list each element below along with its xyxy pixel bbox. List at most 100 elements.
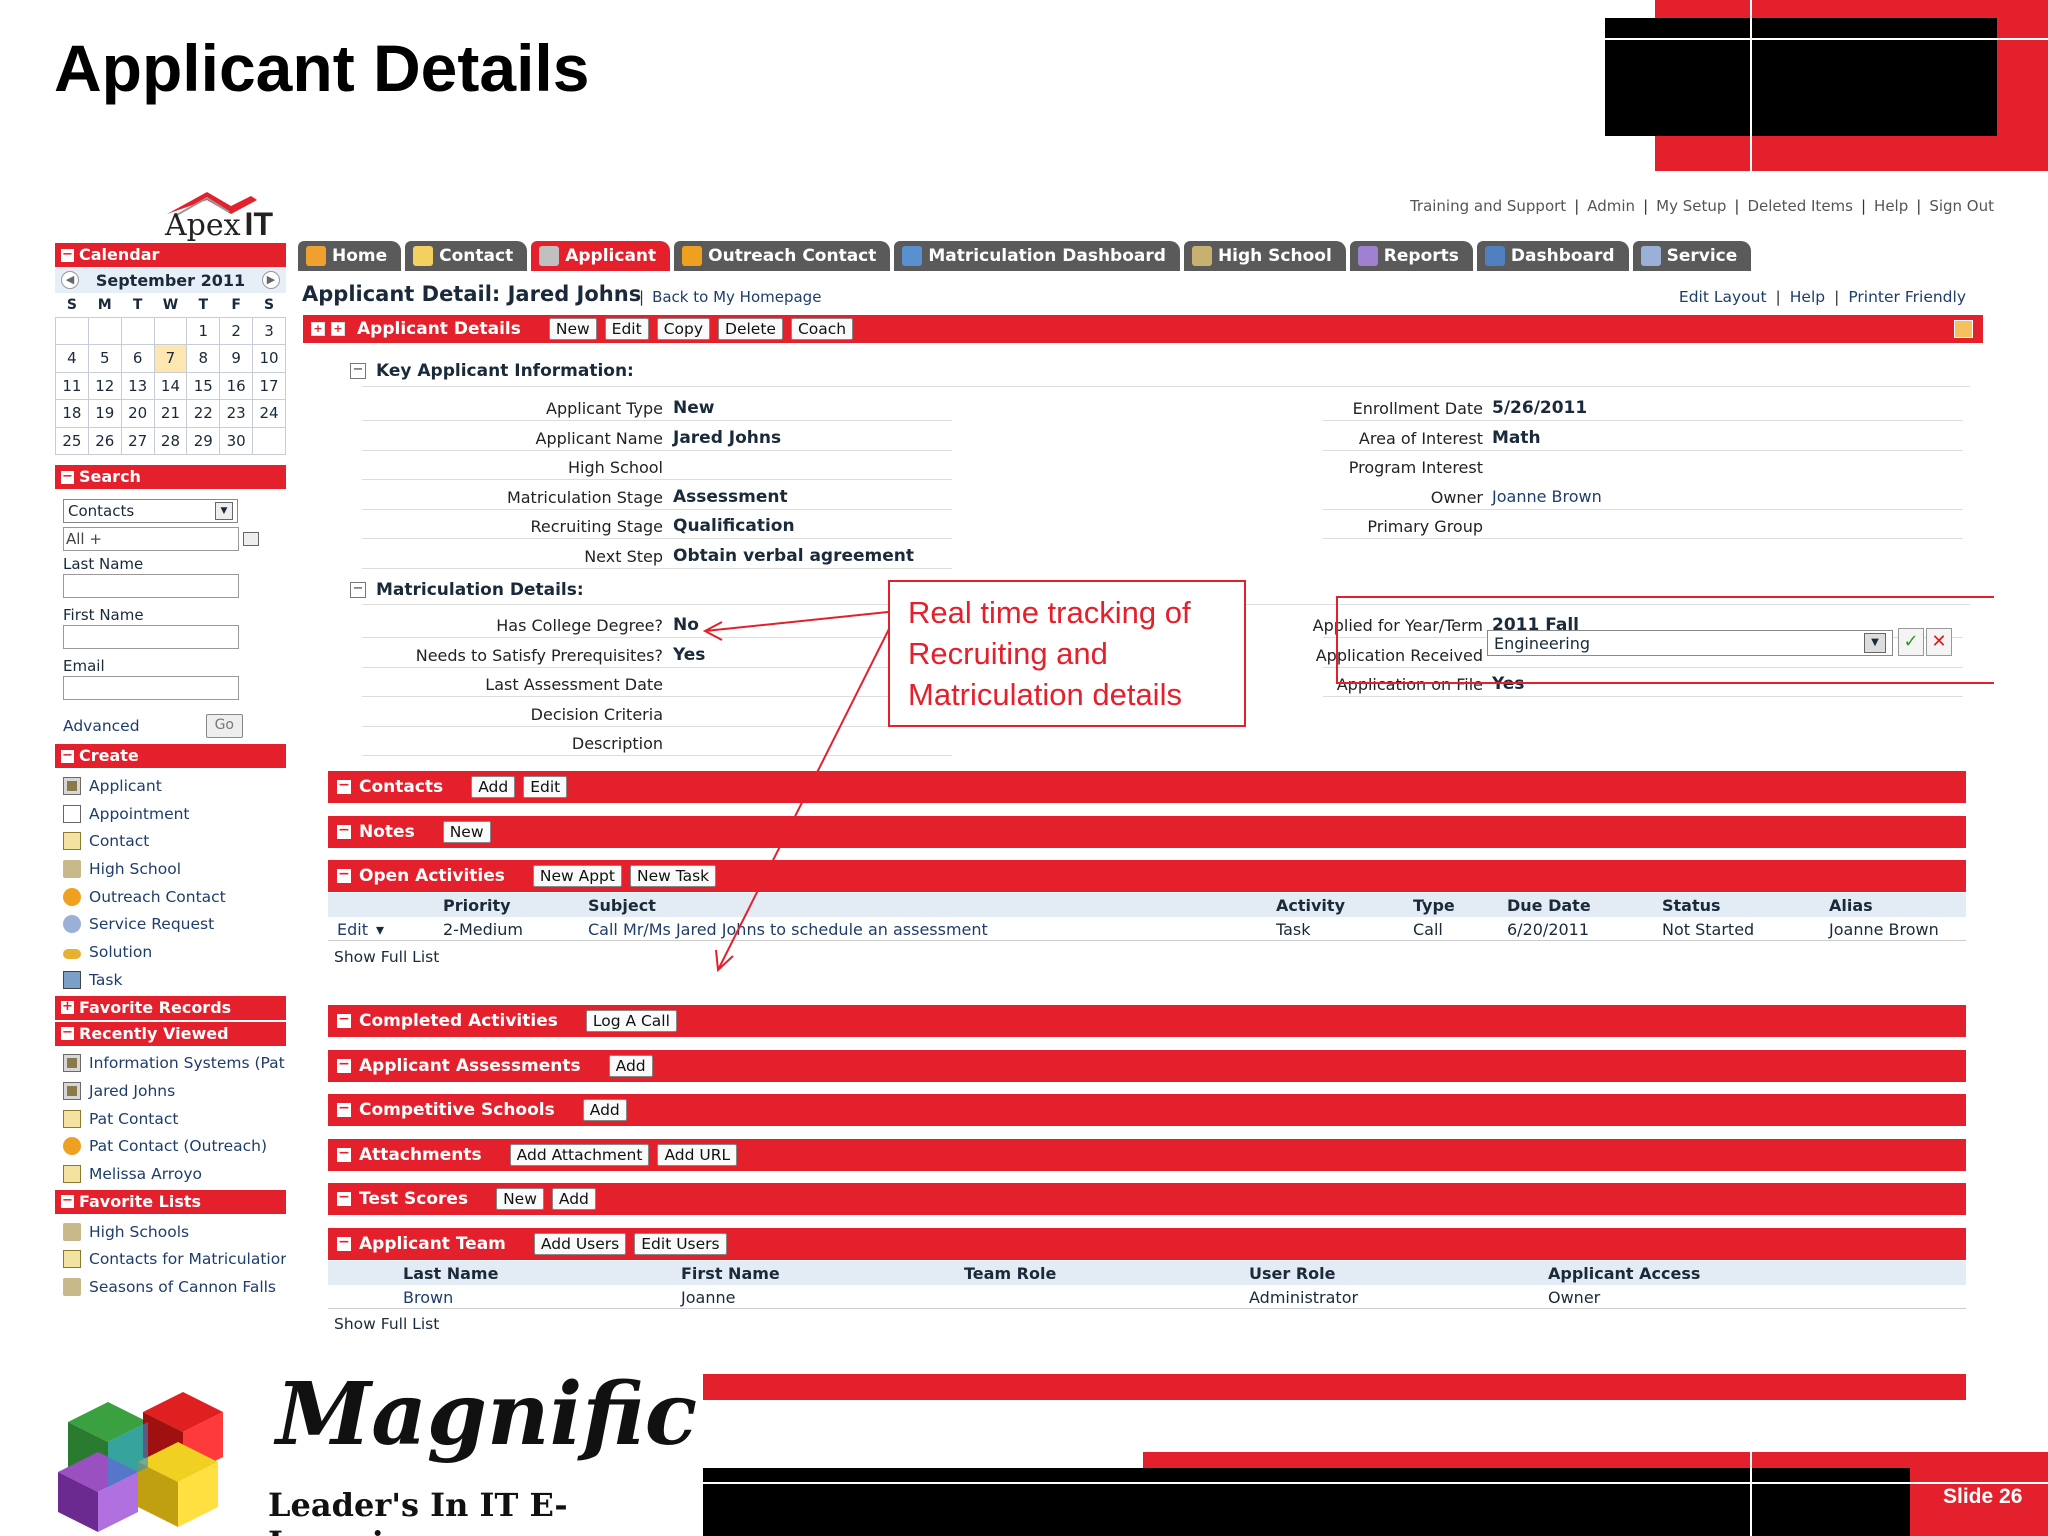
calendar-day[interactable]: 11 xyxy=(55,371,89,400)
show-full-list-link[interactable]: Show Full List xyxy=(334,1315,439,1333)
collapse-icon[interactable]: − xyxy=(337,1235,351,1251)
calendar-day[interactable]: 19 xyxy=(87,399,122,428)
calendar-header[interactable]: − Calendar xyxy=(55,243,286,267)
calendar-day[interactable]: 24 xyxy=(252,399,286,428)
calendar-day[interactable]: 13 xyxy=(120,371,155,400)
tab-outreach-contact[interactable]: Outreach Contact xyxy=(674,241,891,271)
tab-applicant[interactable]: Applicant xyxy=(531,241,671,271)
calendar-day[interactable]: 30 xyxy=(219,426,254,455)
calendar-day[interactable]: 20 xyxy=(120,399,155,428)
expand-all-icon[interactable]: + xyxy=(311,322,325,336)
confirm-check-icon[interactable]: ✓ xyxy=(1898,628,1924,656)
calendar-day[interactable]: 1 xyxy=(186,316,221,345)
calendar-day[interactable]: 26 xyxy=(87,426,122,455)
calendar-day[interactable]: 10 xyxy=(252,344,286,373)
calendar-day[interactable]: 23 xyxy=(219,399,254,428)
copy-button[interactable]: Copy xyxy=(656,318,711,340)
sidebar-item[interactable]: Outreach Contact xyxy=(55,883,286,911)
column-header[interactable]: Alias xyxy=(1829,896,1873,915)
tab-dashboard[interactable]: Dashboard xyxy=(1476,241,1629,271)
collapse-icon[interactable]: − xyxy=(337,1057,351,1073)
prev-arrow-icon[interactable]: ◀ xyxy=(61,271,79,289)
sidebar-item[interactable]: Contacts for Matriculatior xyxy=(55,1246,286,1274)
collapse-icon[interactable]: − xyxy=(350,582,366,598)
chevron-down-icon[interactable]: ▼ xyxy=(1864,633,1886,653)
new-button[interactable]: New xyxy=(548,318,597,340)
show-full-list-link[interactable]: Show Full List xyxy=(334,948,439,966)
add-panel-icon[interactable] xyxy=(1954,320,1973,338)
page-link-printer-friendly[interactable]: Printer Friendly xyxy=(1848,288,1966,306)
add-button[interactable]: Add xyxy=(582,1099,627,1121)
column-header[interactable]: Activity xyxy=(1276,896,1345,915)
cell-subject[interactable]: Call Mr/Ms Jared Johns to schedule an as… xyxy=(588,920,988,939)
calendar-day[interactable]: 14 xyxy=(153,371,188,400)
sidebar-item[interactable]: Jared Johns xyxy=(55,1077,286,1105)
calendar-day[interactable]: 2 xyxy=(219,316,254,345)
column-header[interactable]: Type xyxy=(1413,896,1455,915)
calendar-day[interactable]: 3 xyxy=(252,316,286,345)
expand-icon[interactable]: + xyxy=(61,1000,74,1014)
collapse-icon[interactable]: − xyxy=(61,1026,74,1040)
column-header[interactable]: Priority xyxy=(443,896,511,915)
calendar-day[interactable]: 5 xyxy=(87,344,122,373)
sidebar-item[interactable]: Service Request xyxy=(55,910,286,938)
collapse-icon[interactable]: − xyxy=(337,778,351,794)
next-arrow-icon[interactable]: ▶ xyxy=(261,271,280,289)
edit-button[interactable]: Edit xyxy=(604,318,649,340)
lookup-icon[interactable] xyxy=(243,532,259,546)
column-header[interactable]: Team Role xyxy=(964,1264,1056,1283)
calendar-day[interactable]: 15 xyxy=(186,371,221,400)
collapse-icon[interactable]: − xyxy=(350,363,366,379)
sidebar-item[interactable]: Pat Contact (Outreach) xyxy=(55,1133,286,1161)
calendar-day[interactable]: 22 xyxy=(186,399,221,428)
create-header[interactable]: − Create xyxy=(55,744,286,768)
sidebar-item[interactable]: Task xyxy=(55,966,286,994)
edit-button[interactable]: Edit xyxy=(523,776,568,798)
calendar-day[interactable]: 29 xyxy=(186,426,221,455)
collapse-icon[interactable]: − xyxy=(61,749,74,763)
column-header[interactable]: Last Name xyxy=(403,1264,498,1283)
tab-contact[interactable]: Contact xyxy=(405,241,528,271)
column-header[interactable]: Applicant Access xyxy=(1548,1264,1700,1283)
sidebar-item[interactable]: Contact xyxy=(55,827,286,855)
top-link-training-and-support[interactable]: Training and Support xyxy=(1410,197,1566,215)
calendar-day[interactable]: 28 xyxy=(153,426,188,455)
edit-users-button[interactable]: Edit Users xyxy=(634,1233,727,1255)
collapse-icon[interactable]: − xyxy=(61,470,74,484)
collapse-icon[interactable]: − xyxy=(61,248,74,262)
calendar-day[interactable]: 16 xyxy=(219,371,254,400)
page-link-help[interactable]: Help xyxy=(1790,288,1825,306)
collapse-icon[interactable]: − xyxy=(337,1146,351,1162)
new-task-button[interactable]: New Task xyxy=(629,865,717,887)
collapse-icon[interactable]: − xyxy=(337,867,351,883)
expand-icon[interactable]: + xyxy=(331,322,345,336)
collapse-icon[interactable]: − xyxy=(61,1194,74,1209)
add-button[interactable]: Add xyxy=(471,776,516,798)
sidebar-item[interactable]: Melissa Arroyo xyxy=(55,1160,286,1188)
calendar-day[interactable]: 17 xyxy=(252,371,286,400)
cancel-x-icon[interactable]: ✕ xyxy=(1926,628,1952,656)
email-input[interactable] xyxy=(63,676,239,700)
calendar-day[interactable]: 7 xyxy=(153,344,188,373)
sidebar-item[interactable]: Seasons of Cannon Falls xyxy=(55,1273,286,1301)
edit-row-link[interactable]: Edit xyxy=(337,920,368,939)
add-users-button[interactable]: Add Users xyxy=(533,1233,627,1255)
favorite-lists-header[interactable]: − Favorite Lists xyxy=(55,1189,286,1214)
recently-viewed-header[interactable]: − Recently Viewed xyxy=(55,1021,286,1046)
chevron-down-icon[interactable]: ▼ xyxy=(215,502,233,520)
collapse-icon[interactable]: − xyxy=(337,1012,351,1028)
favorite-records-header[interactable]: + Favorite Records xyxy=(55,995,286,1020)
program-interest-select[interactable]: Engineering ▼ xyxy=(1487,630,1893,656)
tab-home[interactable]: Home xyxy=(298,241,402,271)
back-to-homepage-link[interactable]: Back to My Homepage xyxy=(639,288,821,306)
top-link-admin[interactable]: Admin xyxy=(1587,197,1635,215)
top-link-help[interactable]: Help xyxy=(1874,197,1908,215)
search-scope-input[interactable]: All + xyxy=(63,527,239,551)
calendar-day[interactable]: 8 xyxy=(186,344,221,373)
tab-high-school[interactable]: High School xyxy=(1183,241,1346,271)
chevron-down-icon[interactable]: ▾ xyxy=(376,920,384,939)
collapse-icon[interactable]: − xyxy=(337,1190,351,1206)
sidebar-item[interactable]: Information Systems (Pat xyxy=(55,1050,286,1078)
add-button[interactable]: Add xyxy=(608,1055,653,1077)
column-header[interactable]: First Name xyxy=(681,1264,780,1283)
